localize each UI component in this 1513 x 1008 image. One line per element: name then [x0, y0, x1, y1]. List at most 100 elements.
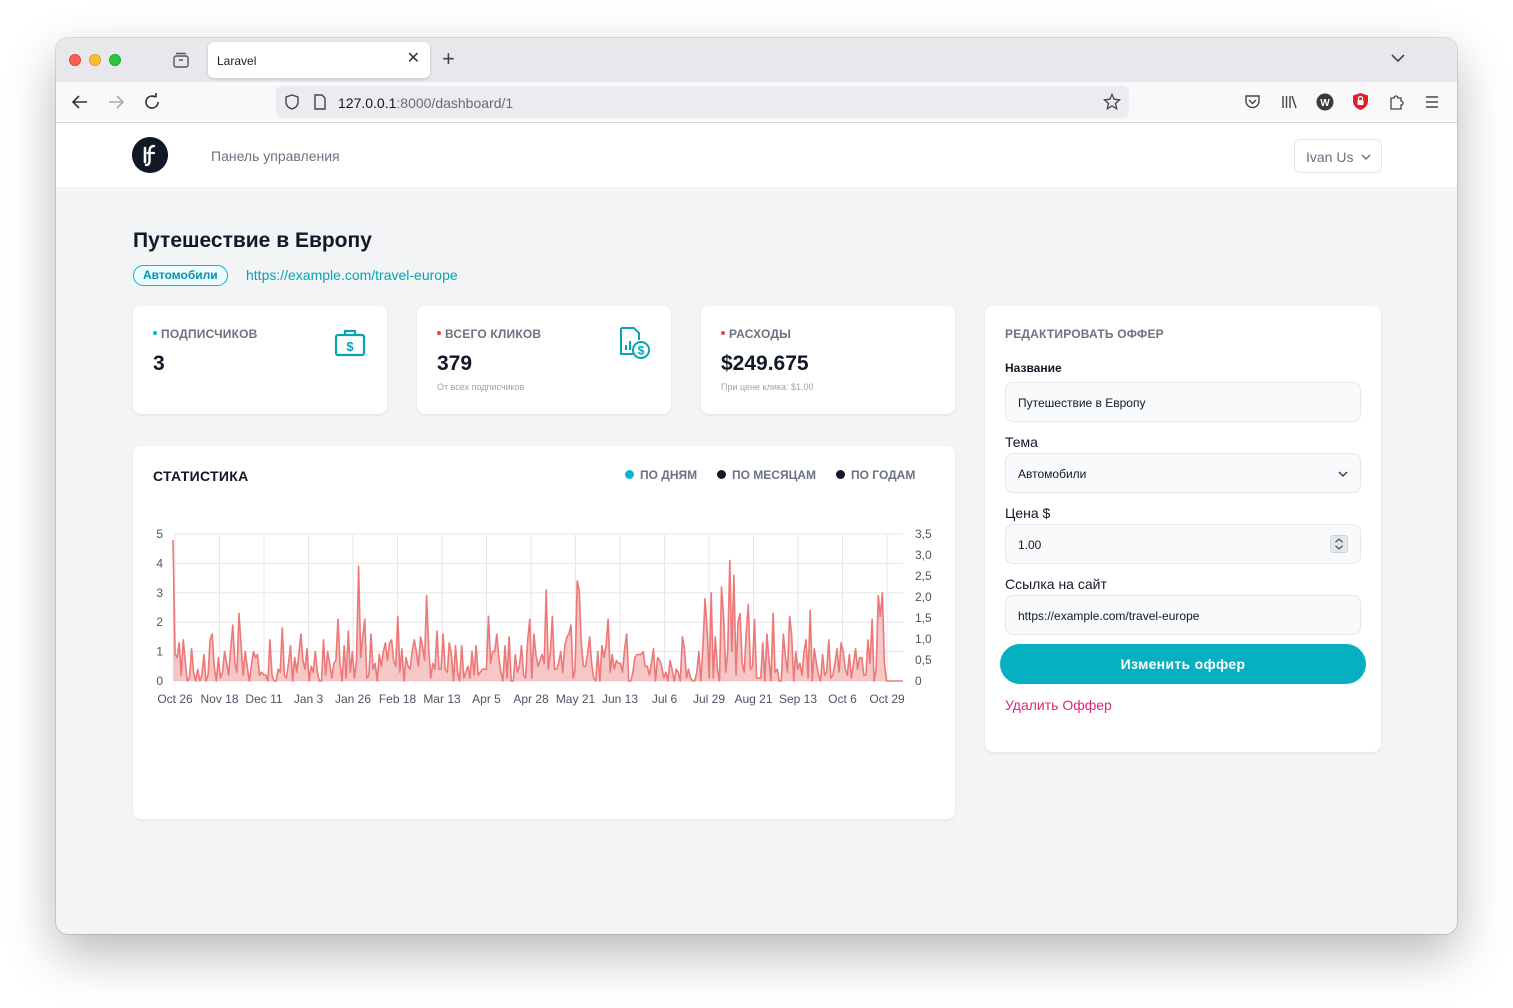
svg-text:$: $ [346, 339, 354, 354]
close-window-button[interactable] [69, 54, 81, 66]
x-tick-label: Jul 29 [693, 692, 725, 706]
y-left-tick-label: 3 [156, 586, 163, 600]
page-title: Путешествие в Европу [133, 229, 372, 252]
extensions-puzzle-icon[interactable] [1388, 93, 1405, 111]
x-tick-label: Apr 28 [513, 692, 549, 706]
y-right-tick-label: 1,5 [915, 611, 932, 625]
report-dollar-icon: $ [620, 327, 650, 359]
price-input[interactable]: 1.00 [1005, 524, 1361, 564]
maximize-window-button[interactable] [109, 54, 121, 66]
topic-select[interactable]: Автомобили [1005, 453, 1361, 493]
y-right-tick-label: 0 [915, 674, 922, 688]
new-tab-icon[interactable]: + [442, 48, 455, 70]
legend-label: ПО ГОДАМ [851, 468, 916, 482]
y-left-tick-label: 5 [156, 527, 163, 541]
delete-offer-link[interactable]: Удалить Оффер [1005, 697, 1112, 713]
page-icon [314, 94, 326, 110]
link-label: Ссылка на сайт [1005, 576, 1107, 592]
x-tick-label: Mar 13 [423, 692, 461, 706]
app-header: Панель управления Ivan Us [56, 123, 1457, 187]
w-extension-icon[interactable]: W [1316, 93, 1334, 111]
legend-by-years[interactable]: ПО ГОДАМ [836, 468, 915, 482]
library-icon[interactable] [1281, 94, 1297, 110]
pocket-icon[interactable] [1244, 94, 1261, 110]
x-tick-label: May 21 [556, 692, 596, 706]
tab-list-chevron-icon[interactable] [1391, 51, 1405, 65]
statistics-title: СТАТИСТИКА [153, 468, 249, 484]
x-tick-label: Jul 6 [652, 692, 678, 706]
legend-by-days[interactable]: ПО ДНЯМ [625, 468, 697, 482]
bookmark-star-icon[interactable] [1103, 93, 1121, 111]
y-right-tick-label: 1,0 [915, 632, 932, 646]
x-tick-label: Oct 6 [828, 692, 857, 706]
x-tick-label: Jan 3 [294, 692, 324, 706]
stat-subtext: От всех подписчиков [437, 382, 525, 392]
stat-value: 3 [153, 352, 165, 375]
name-input-value: Путешествие в Европу [1018, 396, 1146, 410]
name-input[interactable]: Путешествие в Европу [1005, 382, 1361, 422]
firefox-view-icon[interactable] [172, 52, 190, 68]
shield-icon[interactable] [284, 94, 300, 110]
form-title: РЕДАКТИРОВАТЬ ОФФЕР [1005, 327, 1164, 341]
update-offer-button[interactable]: Изменить оффер [1000, 644, 1366, 684]
y-right-tick-label: 3,0 [915, 548, 932, 562]
legend-dot [836, 470, 845, 480]
browser-tab-active[interactable]: Laravel ✕ [208, 42, 430, 78]
nav-dashboard-link[interactable]: Панель управления [211, 148, 340, 164]
edit-offer-card: РЕДАКТИРОВАТЬ ОФФЕР Название Путешествие… [985, 306, 1381, 752]
ublock-shield-icon[interactable] [1352, 92, 1369, 111]
reload-icon[interactable] [143, 93, 161, 111]
forward-arrow-icon[interactable] [107, 93, 125, 111]
app-logo[interactable] [132, 137, 168, 173]
stat-label: ВСЕГО КЛИКОВ [437, 327, 541, 341]
link-input-value: https://example.com/travel-europe [1018, 609, 1200, 623]
legend-dot [625, 470, 634, 480]
y-right-tick-label: 2,0 [915, 590, 932, 604]
stat-card-clicks: ВСЕГО КЛИКОВ 379 От всех подписчиков $ [417, 306, 671, 414]
y-right-tick-label: 2,5 [915, 569, 932, 583]
stat-label-text: ВСЕГО КЛИКОВ [445, 327, 542, 341]
legend-label: ПО ДНЯМ [640, 468, 698, 482]
y-left-tick-label: 1 [156, 645, 163, 659]
x-tick-label: Nov 18 [200, 692, 238, 706]
svg-text:W: W [1320, 98, 1330, 109]
stat-subtext: При цене клика: $1.00 [721, 382, 814, 392]
x-tick-label: Jun 13 [602, 692, 638, 706]
number-stepper-icon[interactable] [1330, 535, 1348, 553]
browser-tab-bar: Laravel ✕ + [56, 38, 1457, 82]
name-label: Название [1005, 361, 1062, 375]
legend-dot [717, 470, 726, 480]
x-tick-label: Dec 11 [245, 692, 282, 706]
address-bar[interactable]: 127.0.0.1:8000/dashboard/1 [276, 86, 1129, 118]
back-arrow-icon[interactable] [71, 93, 89, 111]
chevron-down-icon [1361, 154, 1371, 161]
status-dot [721, 330, 725, 335]
minimize-window-button[interactable] [89, 54, 101, 66]
browser-nav-bar: 127.0.0.1:8000/dashboard/1 W [56, 82, 1457, 123]
legend-by-months[interactable]: ПО МЕСЯЦАМ [717, 468, 816, 482]
stat-label: РАСХОДЫ [721, 327, 791, 341]
legend-label: ПО МЕСЯЦАМ [732, 468, 817, 482]
tab-close-icon[interactable]: ✕ [407, 51, 420, 67]
stat-label: ПОДПИСЧИКОВ [153, 327, 258, 341]
briefcase-dollar-icon: $ [334, 329, 366, 357]
price-label: Цена $ [1005, 505, 1051, 521]
stat-value: 379 [437, 352, 473, 375]
user-menu-button[interactable]: Ivan Us [1294, 139, 1382, 173]
stat-card-subscribers: ПОДПИСЧИКОВ 3 $ [133, 306, 387, 414]
tab-title: Laravel [217, 54, 257, 68]
stat-card-expenses: РАСХОДЫ $249.675 При цене клика: $1.00 [701, 306, 955, 414]
y-left-tick-label: 2 [156, 615, 163, 629]
topic-label: Тема [1005, 434, 1038, 450]
status-dot [153, 330, 157, 335]
x-tick-label: Feb 18 [379, 692, 417, 706]
x-tick-label: Sep 13 [779, 692, 817, 706]
category-badge: Автомобили [133, 265, 228, 286]
x-tick-label: Aug 21 [734, 692, 772, 706]
link-input[interactable]: https://example.com/travel-europe [1005, 595, 1361, 635]
url-host: 127.0.0.1 [338, 95, 397, 111]
url-path: :8000/dashboard/1 [396, 95, 514, 111]
offer-link[interactable]: https://example.com/travel-europe [246, 267, 458, 283]
hamburger-menu-icon[interactable] [1425, 95, 1439, 109]
x-tick-label: Oct 29 [869, 692, 905, 706]
